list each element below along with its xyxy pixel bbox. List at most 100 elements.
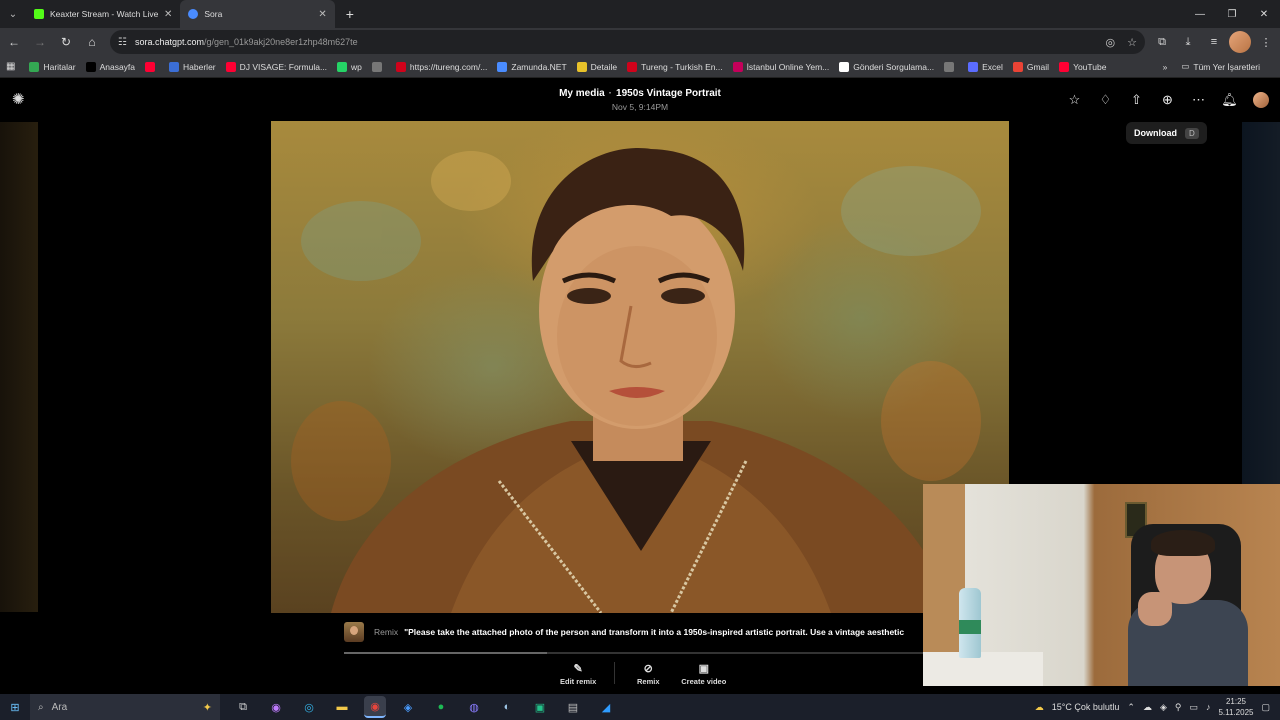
bookmark-item[interactable]: Detaile: [576, 61, 617, 72]
x-icon: [85, 61, 96, 72]
bookmark-item[interactable]: [371, 61, 386, 72]
media-title: 1950s Vintage Portrait: [616, 88, 721, 99]
generated-portrait-image[interactable]: [271, 121, 1009, 613]
star-icon[interactable]: ☆: [1127, 36, 1137, 49]
more-bookmarks-chevron-icon[interactable]: »: [1163, 62, 1168, 72]
media-date: Nov 5, 9:14PM: [611, 102, 669, 112]
app-green-icon[interactable]: ▣: [529, 696, 551, 718]
bookmark-item[interactable]: Excel: [968, 61, 1003, 72]
network-icon[interactable]: ▭: [1189, 702, 1198, 713]
openai-logo-icon[interactable]: ✺: [12, 92, 28, 108]
copilot-icon[interactable]: ◉: [265, 696, 287, 718]
globe-icon: [497, 61, 508, 72]
edit-remix-button[interactable]: ✎ Edit remix: [560, 662, 596, 686]
close-window-icon[interactable]: ✕: [1248, 0, 1280, 28]
remix-button[interactable]: ⊘ Remix: [633, 662, 663, 686]
source-photo-thumbnail[interactable]: [344, 622, 364, 642]
share-upload-icon[interactable]: ⇧: [1127, 90, 1146, 109]
globe-icon: [944, 61, 955, 72]
copilot-tray-icon[interactable]: ◈: [1160, 702, 1167, 713]
bookmark-item[interactable]: Gönderi Sorgulama...: [839, 61, 935, 72]
bookmark-item[interactable]: Anasayfa: [85, 61, 135, 72]
media-controls-icon[interactable]: ≡: [1203, 31, 1225, 53]
app-azure-icon[interactable]: ◢: [595, 696, 617, 718]
app-gray-icon[interactable]: ▤: [562, 696, 584, 718]
reload-icon[interactable]: ↻: [54, 30, 78, 54]
taskbar-search[interactable]: ⌕ Ara ✦: [30, 694, 220, 720]
discord-icon[interactable]: ◍: [463, 696, 485, 718]
bookmark-label: Excel: [982, 61, 1003, 72]
tab-sora[interactable]: Sora ✕: [180, 0, 335, 28]
back-icon[interactable]: ←: [2, 30, 26, 54]
new-tab-button[interactable]: +: [339, 3, 361, 25]
minimize-icon[interactable]: —: [1184, 0, 1216, 28]
bookmark-item[interactable]: Zamunda.NET: [497, 61, 567, 72]
start-windows-icon[interactable]: ⊞: [0, 694, 30, 720]
edit-remix-label: Edit remix: [560, 677, 597, 686]
eye-off-icon[interactable]: ◎: [1106, 36, 1116, 49]
previous-media-peek[interactable]: [0, 122, 38, 612]
bookmark-item[interactable]: Gmail: [1012, 61, 1049, 72]
tab-list-chevron-icon[interactable]: ⌄: [0, 0, 26, 28]
forward-icon[interactable]: →: [28, 30, 52, 54]
app-blue-icon[interactable]: ◈: [397, 696, 419, 718]
restore-icon[interactable]: ❐: [1216, 0, 1248, 28]
create-video-label: Create video: [681, 677, 727, 686]
close-tab-icon[interactable]: ✕: [164, 9, 172, 20]
weather-text[interactable]: 15°C Çok bulutlu: [1052, 702, 1120, 712]
profile-avatar[interactable]: [1229, 31, 1251, 53]
download-icon[interactable]: ⊕: [1158, 90, 1177, 109]
bookmark-label: Gönderi Sorgulama...: [853, 61, 935, 72]
clock-time: 21:25: [1225, 697, 1246, 706]
remix-label: Remix: [374, 627, 399, 637]
menu-dots-icon[interactable]: ⋮: [1255, 31, 1277, 53]
home-icon[interactable]: ⌂: [80, 30, 104, 54]
create-video-button[interactable]: ▣ Create video: [681, 662, 726, 686]
bookmark-item[interactable]: DJ VISAGE: Formula...: [225, 61, 328, 72]
address-bar[interactable]: ☷ sora.chatgpt.com/g/gen_01k9akj20ne8er1…: [110, 30, 1145, 54]
close-tab-icon[interactable]: ✕: [318, 9, 326, 20]
notifications-bell-icon[interactable]: 🔔︎: [1220, 90, 1239, 109]
more-options-icon[interactable]: ⋯: [1189, 90, 1208, 109]
chrome-icon[interactable]: ◉: [364, 696, 386, 718]
tab-keaxter[interactable]: Keaxter Stream - Watch Live on ✕: [26, 0, 180, 28]
favorite-star-icon[interactable]: ☆: [1065, 90, 1084, 109]
bookmark-item[interactable]: wp: [337, 61, 362, 72]
file-explorer-icon[interactable]: ▬: [331, 696, 353, 718]
edge-icon[interactable]: ◎: [298, 696, 320, 718]
progress-fill: [344, 652, 547, 654]
extensions-icon[interactable]: ⧉: [1151, 31, 1173, 53]
notification-center-icon[interactable]: ▢: [1261, 702, 1270, 713]
breadcrumb-my-media[interactable]: My media: [559, 88, 605, 99]
tray-overflow-chevron-icon[interactable]: ⌃: [1127, 702, 1135, 713]
user-avatar[interactable]: [1251, 90, 1270, 109]
globe-icon: [371, 61, 382, 72]
prompt-progress-bar: [344, 652, 924, 654]
taskbar-clock[interactable]: 21:25 5.11.2025: [1218, 696, 1253, 718]
downloads-icon[interactable]: ⤓: [1177, 31, 1199, 53]
microphone-icon[interactable]: ⚲: [1175, 702, 1182, 713]
bookmark-item[interactable]: YouTube: [1059, 61, 1106, 72]
bookmark-label: DJ VISAGE: Formula...: [239, 61, 328, 72]
volume-icon[interactable]: ♪: [1206, 702, 1211, 712]
bookmark-item[interactable]: İstanbul Online Yem...: [732, 61, 829, 72]
cloud-icon[interactable]: ☁: [1143, 702, 1152, 713]
spotify-icon[interactable]: ●: [430, 696, 452, 718]
site-info-icon[interactable]: ☷: [118, 37, 127, 48]
bookmark-item[interactable]: https://tureng.com/...: [395, 61, 488, 72]
bookmarks-bar: ▦ Haritalar Anasayfa Haberler DJ VISAGE: Fo…: [0, 56, 1280, 78]
all-bookmarks-folder[interactable]: ▭ Tüm Yer İşaretleri: [1181, 61, 1260, 72]
task-view-icon[interactable]: ⧉: [232, 696, 254, 718]
bookmark-item[interactable]: Haberler: [169, 61, 216, 72]
dislike-icon[interactable]: ♢: [1096, 90, 1115, 109]
bookmark-item[interactable]: Tureng - Turkish En...: [627, 61, 723, 72]
bookmark-item[interactable]: [145, 61, 159, 72]
apps-grid-icon[interactable]: ▦: [6, 61, 15, 72]
bookmark-label: https://tureng.com/...: [409, 61, 488, 72]
folder-icon: [576, 61, 587, 72]
bookmark-item[interactable]: [944, 61, 958, 72]
weather-icon[interactable]: ☁: [1035, 702, 1044, 713]
bookmark-item[interactable]: Haritalar: [29, 61, 76, 72]
remix-prompt-bar[interactable]: Remix "Please take the attached photo of…: [344, 622, 924, 642]
steam-icon[interactable]: ◐: [496, 696, 518, 718]
